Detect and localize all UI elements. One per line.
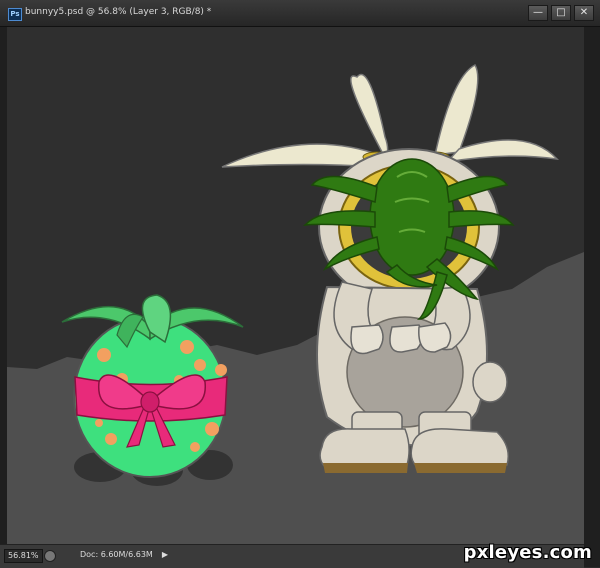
bunny-hand-left	[350, 324, 384, 355]
document-title: bunnyy5.psd @ 56.8% (Layer 3, RGB/8) *	[25, 7, 212, 17]
boot-sole-left	[323, 463, 408, 473]
bunny-hand-right	[418, 322, 452, 353]
document-size: Doc: 6.60M/6.63M	[80, 550, 153, 559]
window-right-border	[584, 27, 600, 567]
zoom-level-field[interactable]: 56.81%	[4, 549, 43, 563]
facehugger-body	[369, 158, 455, 276]
window-controls: — □ ✕	[528, 5, 594, 21]
site-watermark: pxleyes.com	[463, 542, 592, 563]
minimize-button[interactable]: —	[528, 5, 548, 21]
status-info-icon[interactable]	[44, 550, 56, 562]
bunny-boot-left	[319, 428, 410, 468]
artwork	[7, 27, 584, 544]
bow-knot	[140, 391, 160, 413]
status-menu-arrow-icon[interactable]: ▶	[160, 549, 170, 561]
bunny-tail	[472, 361, 508, 403]
close-button[interactable]: ✕	[574, 5, 594, 21]
maximize-button[interactable]: □	[551, 5, 571, 21]
bunny-hand-middle	[389, 324, 424, 353]
boot-sole-right	[414, 463, 507, 473]
document-canvas[interactable]	[7, 27, 584, 544]
document-titlebar[interactable]: Ps bunnyy5.psd @ 56.8% (Layer 3, RGB/8) …	[0, 0, 600, 27]
bunny-boot-right	[410, 428, 509, 468]
photoshop-window: Ps bunnyy5.psd @ 56.8% (Layer 3, RGB/8) …	[0, 0, 600, 568]
photoshop-icon: Ps	[8, 8, 22, 21]
